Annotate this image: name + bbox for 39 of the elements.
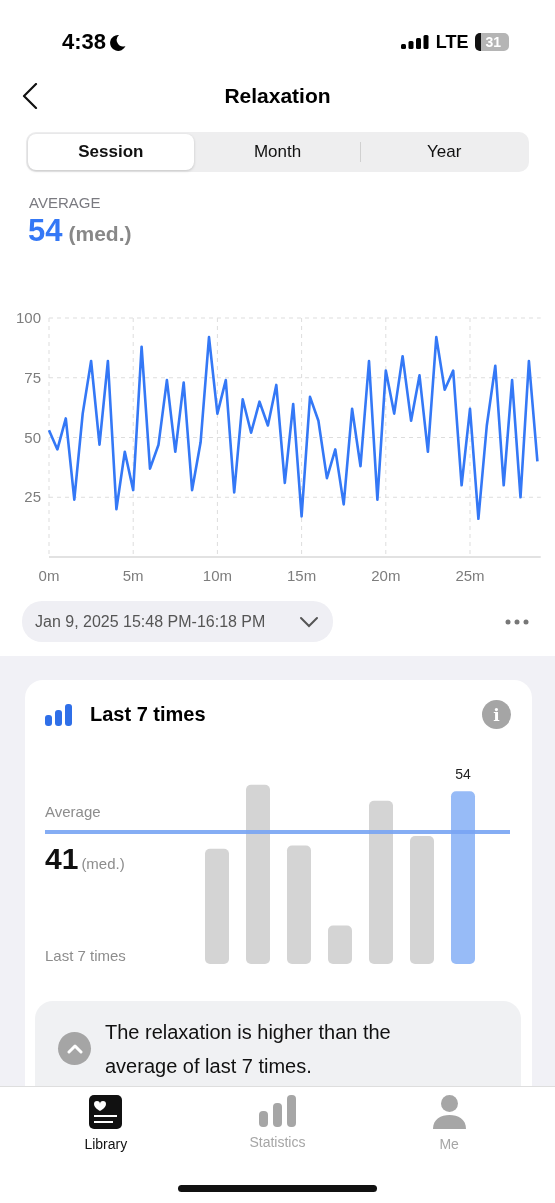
bar: [328, 925, 352, 964]
segment-tab[interactable]: Year: [361, 134, 527, 170]
card-title: Last 7 times: [90, 703, 207, 726]
y-axis-label: 25: [24, 488, 41, 506]
bar-chart-icon: [45, 703, 72, 726]
axis-caption: Last 7 times: [45, 947, 126, 964]
average-value: 54: [28, 213, 63, 249]
x-axis-label: 0m: [38, 567, 60, 584]
clock-time: 4:38: [62, 29, 107, 55]
segment-tab[interactable]: Session: [28, 134, 194, 170]
average-number: 41(med.): [45, 842, 125, 875]
session-picker[interactable]: Jan 9, 2025 15:48 PM-16:18 PM: [22, 601, 334, 642]
x-axis-label: 20m: [371, 567, 401, 584]
x-axis-label: 10m: [202, 567, 232, 584]
network-label: LTE: [435, 31, 469, 53]
bar-chart-icon: [259, 1095, 296, 1127]
person-icon: [432, 1095, 466, 1129]
x-axis-label: 15m: [287, 567, 317, 584]
average-unit: (med.): [68, 222, 132, 246]
book-icon: [89, 1095, 123, 1129]
battery-indicator: 31: [475, 33, 509, 51]
collapse-button[interactable]: [58, 1032, 91, 1065]
average-label: AVERAGE: [29, 194, 102, 211]
average-caption: Average: [45, 803, 101, 820]
y-axis-label: 75: [24, 368, 41, 386]
chevron-up-icon: [66, 1043, 83, 1054]
message-text: The relaxation is higher than the average of last 7 times.: [105, 1020, 392, 1079]
back-button[interactable]: [22, 83, 38, 109]
bar-value-label: 54: [455, 766, 471, 783]
screen-title: Relaxation: [224, 84, 331, 108]
y-axis-label: 100: [15, 309, 41, 326]
y-axis-label: 50: [24, 428, 41, 446]
x-axis-label: 25m: [455, 567, 485, 584]
segment-tab[interactable]: Month: [194, 134, 361, 170]
nav-tab[interactable]: Library: [50, 1095, 161, 1152]
x-axis-label: 5m: [122, 567, 144, 584]
signal-icon: [400, 35, 429, 49]
chevron-down-icon: [299, 615, 320, 628]
moon-icon: [110, 33, 127, 51]
